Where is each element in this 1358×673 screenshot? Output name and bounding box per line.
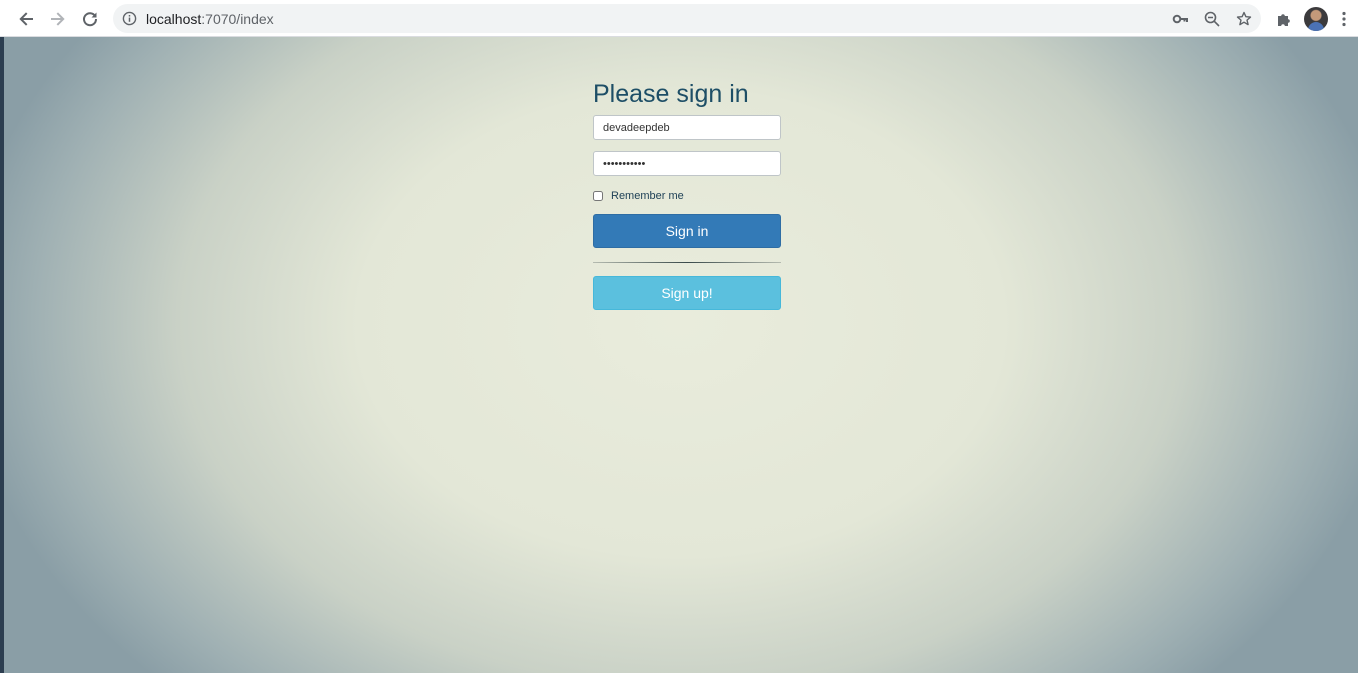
url-text[interactable]: localhost:7070/index: [146, 11, 274, 27]
divider: [593, 262, 781, 263]
extensions-button[interactable]: [1270, 5, 1298, 33]
signin-form: Please sign in Remember me Sign in Sign …: [593, 78, 781, 310]
key-icon: [1172, 14, 1188, 24]
url-host: localhost: [146, 11, 202, 27]
browser-menu-button[interactable]: [1334, 5, 1354, 33]
url-path: :7070/index: [201, 11, 274, 27]
address-bar[interactable]: localhost:7070/index: [113, 4, 1261, 33]
reload-icon: [83, 12, 98, 27]
kebab-menu-icon: [1342, 11, 1346, 27]
password-key-button[interactable]: [1169, 8, 1191, 30]
puzzle-icon: [1278, 14, 1290, 26]
profile-avatar[interactable]: [1304, 7, 1328, 31]
arrow-left-icon: [19, 12, 33, 26]
zoom-out-icon: [1204, 11, 1220, 27]
username-input[interactable]: [593, 115, 781, 140]
star-icon: [1236, 11, 1252, 26]
signup-button[interactable]: Sign up!: [593, 276, 781, 310]
remember-label: Remember me: [611, 190, 684, 202]
forward-button[interactable]: [44, 5, 72, 33]
info-icon[interactable]: [122, 11, 137, 26]
reload-button[interactable]: [76, 5, 104, 33]
arrow-right-icon: [51, 12, 65, 26]
page-title: Please sign in: [593, 80, 749, 108]
remember-checkbox[interactable]: [593, 191, 603, 201]
page-background: Please sign in Remember me Sign in Sign …: [4, 37, 1358, 673]
signin-button[interactable]: Sign in: [593, 214, 781, 248]
back-button[interactable]: [12, 5, 40, 33]
browser-toolbar: localhost:7070/index: [0, 0, 1358, 37]
bookmark-button[interactable]: [1233, 8, 1255, 30]
zoom-button[interactable]: [1201, 8, 1223, 30]
remember-me[interactable]: Remember me: [593, 188, 781, 204]
password-input[interactable]: [593, 151, 781, 176]
